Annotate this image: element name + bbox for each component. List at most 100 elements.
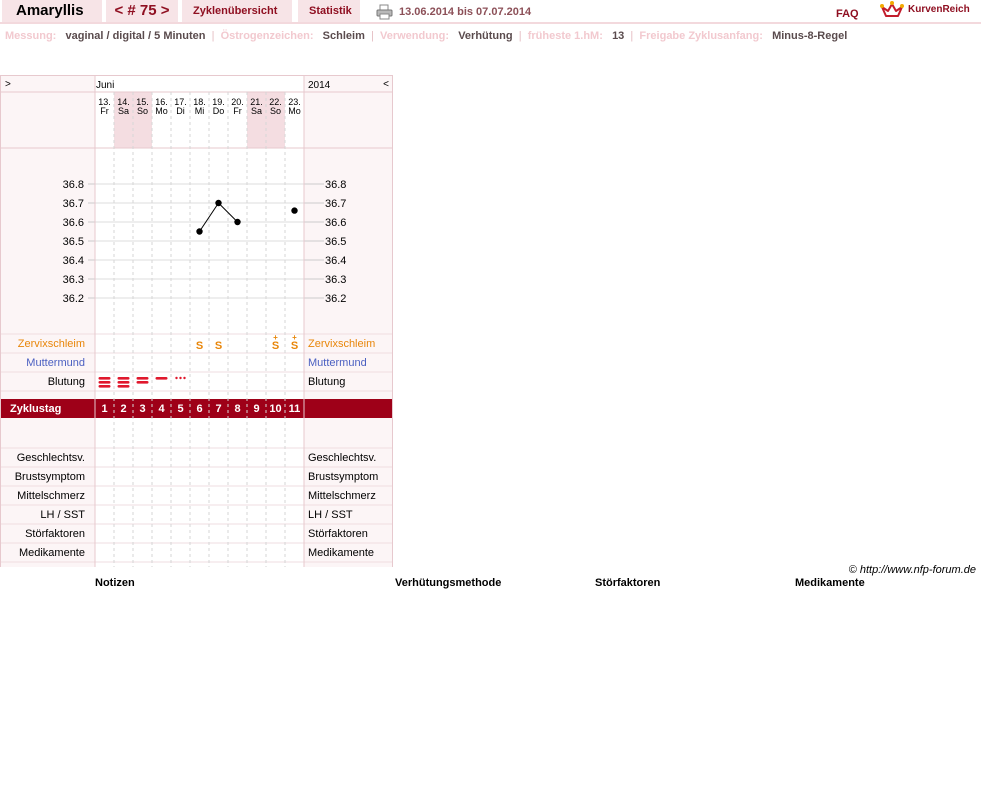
- temperature-point[interactable]: [291, 207, 298, 214]
- bleeding-spotting-mark[interactable]: [183, 376, 186, 380]
- bleeding-mark[interactable]: [136, 381, 149, 384]
- bleeding-mark[interactable]: [98, 381, 111, 384]
- logo-crown-icon[interactable]: [880, 1, 904, 19]
- temperature-label-left: 36.2: [63, 293, 84, 305]
- symptom-label: Mittelschmerz: [17, 490, 85, 502]
- temperature-point[interactable]: [196, 228, 203, 235]
- cycle-overview-tab[interactable]: Zyklenübersicht: [182, 0, 292, 22]
- cervix-position-label: Muttermund: [26, 357, 85, 369]
- cycle-day-number: 7: [215, 403, 221, 415]
- cycle-day-number: 6: [196, 403, 202, 415]
- temperature-label-left: 36.5: [63, 236, 84, 248]
- cervix-mucus-mark[interactable]: S: [215, 340, 222, 352]
- symptom-label-right: Medikamente: [308, 547, 374, 559]
- temperature-label-right: 36.2: [325, 293, 346, 305]
- bleeding-mark[interactable]: [98, 385, 111, 388]
- notes-heading: Notizen: [95, 577, 135, 589]
- release-label: Freigabe Zyklusanfang:: [639, 30, 763, 42]
- cycle-day-number: 9: [253, 403, 259, 415]
- medication-heading: Medikamente: [795, 577, 865, 589]
- nav-next-button[interactable]: <: [383, 79, 389, 90]
- cycle-day-number: 1: [101, 403, 107, 415]
- cycle-day-number: 4: [158, 403, 165, 415]
- earliest-high-label: früheste 1.hM:: [527, 30, 603, 42]
- cervix-mucus-label: Zervixschleim: [18, 338, 85, 350]
- day-weekday-label: Mo: [155, 106, 168, 116]
- release-value: Minus-8-Regel: [772, 30, 848, 42]
- symptom-label-right: Geschlechtsv.: [308, 452, 376, 464]
- bleeding-mark[interactable]: [136, 377, 149, 380]
- top-navigation: Amaryllis < # 75 > Zyklenübersicht Stati…: [0, 0, 981, 24]
- disruptors-heading: Störfaktoren: [595, 577, 661, 589]
- temperature-label-right: 36.8: [325, 179, 346, 191]
- cycle-day-number: 11: [289, 403, 301, 415]
- temperature-point[interactable]: [215, 199, 222, 207]
- temperature-label-right: 36.6: [325, 217, 346, 229]
- bleeding-mark[interactable]: [117, 385, 130, 388]
- printer-icon[interactable]: [376, 4, 393, 20]
- year-label: 2014: [308, 80, 331, 91]
- copyright: © http://www.nfp-forum.de: [848, 564, 976, 576]
- bleeding-mark[interactable]: [117, 381, 130, 384]
- estrogen-value: Schleim: [322, 30, 365, 42]
- temperature-label-right: 36.4: [325, 255, 346, 267]
- symptom-label-right: Mittelschmerz: [308, 490, 376, 502]
- cycle-day-number: 3: [139, 403, 145, 415]
- temperature-point[interactable]: [234, 218, 241, 226]
- faq-link[interactable]: FAQ: [836, 2, 859, 26]
- bleeding-mark[interactable]: [117, 377, 130, 380]
- statistics-tab[interactable]: Statistik: [298, 0, 360, 22]
- cycle-day-number: 5: [177, 403, 183, 415]
- symptom-label: Notizen: [48, 566, 85, 567]
- day-weekday-label: Mi: [195, 106, 205, 116]
- cervix-position-label-right: Muttermund: [308, 357, 367, 369]
- day-weekday-label: Sa: [118, 106, 129, 116]
- symptom-label: Medikamente: [19, 547, 85, 559]
- logo-text[interactable]: KurvenReich: [908, 0, 970, 20]
- cervix-mucus-label-right: Zervixschleim: [308, 338, 375, 350]
- date-range: 13.06.2014 bis 07.07.2014: [399, 6, 532, 18]
- temperature-label-left: 36.6: [63, 217, 84, 229]
- day-columns-background: [95, 148, 304, 567]
- nav-previous-button[interactable]: >: [5, 79, 11, 90]
- usage-value: Verhütung: [458, 30, 513, 42]
- cycle-day-label: Zyklustag: [10, 403, 61, 415]
- day-weekday-label: Do: [213, 106, 225, 116]
- temperature-label-left: 36.7: [63, 198, 84, 210]
- bleeding-label: Blutung: [48, 376, 85, 388]
- user-name-tab[interactable]: Amaryllis: [2, 0, 102, 22]
- symptom-label: Störfaktoren: [25, 528, 85, 540]
- temperature-label-right: 36.3: [325, 274, 346, 286]
- cycle-day-number: 10: [269, 403, 281, 415]
- bleeding-mark[interactable]: [98, 377, 111, 380]
- day-weekday-label: Fr: [100, 106, 109, 116]
- symptom-label: Geschlechtsv.: [17, 452, 85, 464]
- symptom-label: LH / SST: [40, 509, 85, 521]
- estrogen-label: Östrogenzeichen:: [220, 30, 314, 42]
- cervix-mucus-plus: +: [292, 333, 297, 342]
- cervix-mucus-plus: +: [273, 333, 278, 342]
- bleeding-mark[interactable]: [155, 377, 168, 380]
- cycle-info-line: Messung: vaginal / digital / 5 Minuten |…: [5, 28, 847, 44]
- cycle-chart: > <Juni 201413.Fr14.Sa15.So16.Mo17.Di18.Mi…: [0, 75, 393, 567]
- day-weekday-label: Di: [176, 106, 185, 116]
- symptom-label-right: Notizen: [308, 566, 345, 567]
- separator: |: [208, 30, 218, 42]
- temperature-label-left: 36.3: [63, 274, 84, 286]
- measurement-value: vaginal / digital / 5 Minuten: [65, 30, 206, 42]
- day-weekday-label: Sa: [251, 106, 262, 116]
- measurement-label: Messung:: [5, 30, 57, 42]
- bleeding-spotting-mark[interactable]: [175, 376, 178, 380]
- temperature-label-right: 36.5: [325, 236, 346, 248]
- usage-label: Verwendung:: [379, 30, 450, 42]
- bleeding-label-right: Blutung: [308, 376, 345, 388]
- day-weekday-label: So: [137, 106, 148, 116]
- contraception-heading: Verhütungsmethode: [395, 577, 502, 589]
- cervix-mucus-mark[interactable]: S: [196, 340, 203, 352]
- day-weekday-label: So: [270, 106, 281, 116]
- bleeding-spotting-mark[interactable]: [179, 376, 182, 380]
- symptom-label-right: Brustsymptom: [308, 471, 378, 483]
- separator: |: [515, 30, 525, 42]
- earliest-high-value: 13: [612, 30, 625, 42]
- cycle-selector[interactable]: < # 75 >: [106, 0, 178, 22]
